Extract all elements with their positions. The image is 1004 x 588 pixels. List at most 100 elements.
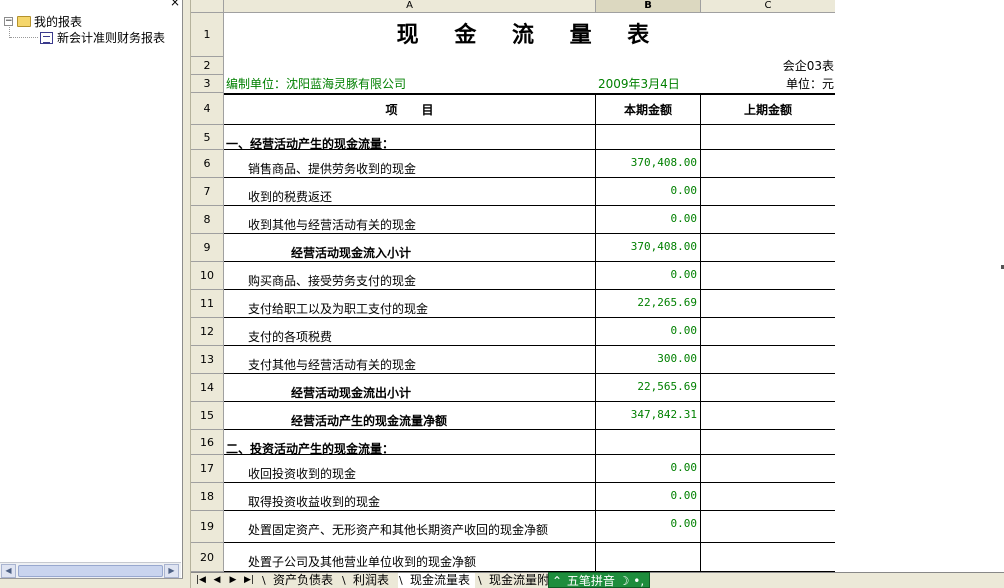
report-file-icon bbox=[40, 31, 53, 44]
previous-amount-cell[interactable] bbox=[701, 290, 836, 318]
row-item-label[interactable]: 处置固定资产、无形资产和其他长期资产收回的现金净额 bbox=[224, 511, 596, 543]
row-header[interactable]: 6 bbox=[191, 150, 224, 178]
column-header-a[interactable]: A bbox=[224, 0, 596, 13]
row-item-label[interactable]: 支付给职工以及为职工支付的现金 bbox=[224, 290, 596, 318]
row-item-label[interactable]: 收到其他与经营活动有关的现金 bbox=[224, 206, 596, 234]
row-header[interactable]: 18 bbox=[191, 483, 224, 511]
row-header[interactable]: 4 bbox=[191, 93, 224, 125]
current-amount-cell[interactable]: 0.00 bbox=[596, 511, 701, 543]
row-header[interactable]: 7 bbox=[191, 178, 224, 206]
previous-amount-cell[interactable] bbox=[701, 455, 836, 483]
pane-splitter[interactable] bbox=[183, 0, 191, 588]
row-item-label[interactable]: 支付其他与经营活动有关的现金 bbox=[224, 346, 596, 374]
current-amount-cell[interactable]: 0.00 bbox=[596, 178, 701, 206]
row-header[interactable]: 13 bbox=[191, 346, 224, 374]
row-item-label[interactable]: 支付的各项税费 bbox=[224, 318, 596, 346]
previous-amount-cell[interactable] bbox=[701, 430, 836, 455]
sheet-tab-cash-flow-appendix[interactable]: 现金流量附 bbox=[477, 573, 554, 588]
scroll-left-icon[interactable]: ◀ bbox=[1, 564, 16, 578]
row-item-label[interactable]: 经营活动产生的现金流量净额 bbox=[224, 402, 596, 430]
row-header[interactable]: 20 bbox=[191, 543, 224, 572]
previous-amount-cell[interactable] bbox=[701, 206, 836, 234]
current-amount-cell[interactable]: 22,565.69 bbox=[596, 374, 701, 402]
current-amount-cell[interactable]: 347,842.31 bbox=[596, 402, 701, 430]
sheet-tab-income-statement[interactable]: 利润表 bbox=[341, 573, 394, 588]
next-sheet-icon[interactable]: ▶ bbox=[225, 574, 241, 588]
row-header[interactable]: 10 bbox=[191, 262, 224, 290]
previous-amount-cell[interactable] bbox=[701, 543, 836, 572]
current-amount-cell[interactable]: 0.00 bbox=[596, 318, 701, 346]
row-item-label[interactable]: 处置子公司及其他营业单位收到的现金净额 bbox=[224, 543, 596, 572]
previous-amount-cell[interactable] bbox=[701, 234, 836, 262]
current-amount-cell[interactable] bbox=[596, 543, 701, 572]
row-item-label[interactable]: 取得投资收益收到的现金 bbox=[224, 483, 596, 511]
column-header-c[interactable]: C bbox=[701, 0, 836, 13]
select-all-corner[interactable] bbox=[191, 0, 224, 13]
previous-amount-cell[interactable] bbox=[701, 402, 836, 430]
tree-horizontal-scrollbar[interactable]: ◀ ▶ bbox=[0, 562, 181, 578]
previous-amount-cell[interactable] bbox=[701, 374, 836, 402]
row-item-label[interactable]: 收到的税费返还 bbox=[224, 178, 596, 206]
sheet-tab-cash-flow[interactable]: 现金流量表 bbox=[398, 573, 476, 588]
folder-icon bbox=[17, 16, 31, 27]
current-amount-cell[interactable]: 0.00 bbox=[596, 455, 701, 483]
report-title: 现 金 流 量 表 bbox=[396, 22, 664, 48]
column-header-b[interactable]: B bbox=[596, 0, 701, 13]
previous-amount-cell[interactable] bbox=[701, 511, 836, 543]
scroll-right-icon[interactable]: ▶ bbox=[164, 564, 179, 578]
row-header[interactable]: 11 bbox=[191, 290, 224, 318]
close-pane-icon[interactable]: × bbox=[170, 0, 180, 8]
current-amount-cell[interactable]: 300.00 bbox=[596, 346, 701, 374]
tree-node-my-reports[interactable]: − 我的报表 bbox=[4, 13, 82, 30]
row-header[interactable]: 9 bbox=[191, 234, 224, 262]
row-header[interactable]: 19 bbox=[191, 511, 224, 543]
previous-amount-cell[interactable] bbox=[701, 318, 836, 346]
previous-amount-cell[interactable] bbox=[701, 346, 836, 374]
report-date: 2009年3月4日 bbox=[598, 77, 680, 91]
scrollbar-thumb[interactable] bbox=[18, 565, 163, 577]
tree-node-new-accounting-reports[interactable]: 新会计准则财务报表 bbox=[40, 29, 165, 46]
report-tree-pane: × − 我的报表 新会计准则财务报表 ◀ ▶ bbox=[0, 0, 183, 588]
column-title-item: 项 目 bbox=[224, 93, 596, 125]
row-item-label[interactable]: 购买商品、接受劳务支付的现金 bbox=[224, 262, 596, 290]
row-header[interactable]: 8 bbox=[191, 206, 224, 234]
row-header[interactable]: 1 bbox=[191, 13, 224, 57]
collapse-icon[interactable]: − bbox=[4, 17, 13, 26]
row-header[interactable]: 17 bbox=[191, 455, 224, 483]
row-header[interactable]: 2 bbox=[191, 57, 224, 75]
sheet-tab-balance-sheet[interactable]: 资产负债表 bbox=[261, 573, 338, 588]
previous-amount-cell[interactable] bbox=[701, 178, 836, 206]
row-item-label[interactable]: 经营活动现金流入小计 bbox=[224, 234, 596, 262]
first-sheet-icon[interactable]: |◀ bbox=[193, 574, 209, 588]
previous-amount-cell[interactable] bbox=[701, 262, 836, 290]
current-amount-cell[interactable]: 0.00 bbox=[596, 483, 701, 511]
ime-toggle-icon[interactable]: ⌃ bbox=[551, 573, 563, 588]
row-item-label[interactable]: 二、投资活动产生的现金流量： bbox=[224, 430, 596, 455]
row-item-label[interactable]: 一、经营活动产生的现金流量： bbox=[224, 125, 596, 150]
current-amount-cell[interactable]: 0.00 bbox=[596, 262, 701, 290]
row-header[interactable]: 5 bbox=[191, 125, 224, 150]
ime-punctuation-icon[interactable]: ☽ •, bbox=[619, 574, 644, 588]
row-item-label[interactable]: 销售商品、提供劳务收到的现金 bbox=[224, 150, 596, 178]
previous-amount-cell[interactable] bbox=[701, 125, 836, 150]
row-header[interactable]: 3 bbox=[191, 75, 224, 93]
ime-status-bar[interactable]: ⌃ 五笔拼音 ☽ •, bbox=[548, 572, 650, 588]
prev-sheet-icon[interactable]: ◀ bbox=[209, 574, 225, 588]
column-title-previous: 上期金额 bbox=[701, 93, 836, 125]
row-header[interactable]: 16 bbox=[191, 430, 224, 455]
row-item-label[interactable]: 收回投资收到的现金 bbox=[224, 455, 596, 483]
current-amount-cell[interactable]: 0.00 bbox=[596, 206, 701, 234]
previous-amount-cell[interactable] bbox=[701, 150, 836, 178]
last-sheet-icon[interactable]: ▶| bbox=[241, 574, 257, 588]
current-amount-cell[interactable] bbox=[596, 125, 701, 150]
row-header[interactable]: 12 bbox=[191, 318, 224, 346]
current-amount-cell[interactable]: 370,408.00 bbox=[596, 234, 701, 262]
current-amount-cell[interactable]: 370,408.00 bbox=[596, 150, 701, 178]
currency-unit: 单位：元 bbox=[785, 77, 834, 91]
row-header[interactable]: 15 bbox=[191, 402, 224, 430]
row-header[interactable]: 14 bbox=[191, 374, 224, 402]
previous-amount-cell[interactable] bbox=[701, 483, 836, 511]
row-item-label[interactable]: 经营活动现金流出小计 bbox=[224, 374, 596, 402]
current-amount-cell[interactable]: 22,265.69 bbox=[596, 290, 701, 318]
current-amount-cell[interactable] bbox=[596, 430, 701, 455]
